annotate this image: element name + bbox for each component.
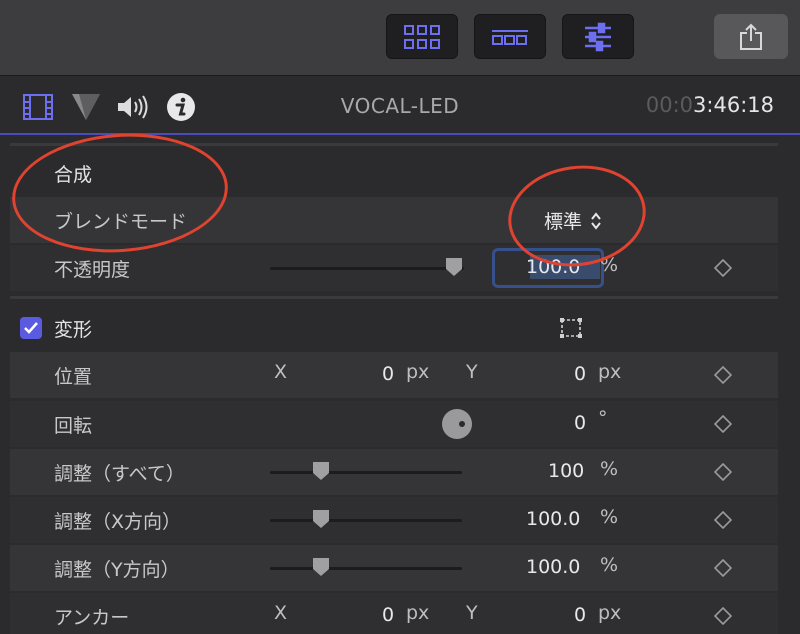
rotation-label: 回転: [54, 415, 93, 437]
position-x-axis: X: [274, 361, 288, 383]
transform-section-title: 変形: [54, 319, 93, 341]
anchor-x-unit: px: [406, 602, 430, 624]
keyframe-diamond-icon[interactable]: [714, 415, 732, 433]
position-y-value[interactable]: 0: [574, 363, 586, 385]
rotation-unit: °: [598, 407, 608, 429]
scale-y-row: 調整（Y方向） 100.0 %: [10, 545, 778, 591]
anchor-x-value[interactable]: 0: [382, 604, 394, 626]
browser-view-icon: [404, 24, 440, 49]
anchor-x-axis: X: [274, 602, 288, 624]
blend-mode-label: ブレンドモード: [54, 211, 188, 233]
blend-mode-select[interactable]: 標準: [544, 207, 602, 234]
timeline-view-icon: [492, 29, 528, 45]
opacity-row: 不透明度 100.0 %: [10, 245, 778, 291]
opacity-unit: %: [600, 254, 619, 276]
scale-x-label: 調整（X方向）: [54, 511, 182, 533]
scale-x-unit: %: [600, 506, 619, 528]
scale-all-row: 調整（すべて） 100 %: [10, 449, 778, 495]
composite-section-title: 合成: [54, 164, 93, 186]
scale-x-slider-thumb[interactable]: [312, 509, 330, 529]
top-toolbar: [0, 0, 800, 76]
opacity-slider-track[interactable]: [270, 267, 464, 270]
scale-y-label: 調整（Y方向）: [54, 559, 180, 581]
opacity-slider-thumb[interactable]: [445, 257, 463, 277]
scale-y-value[interactable]: 100.0: [526, 556, 580, 578]
keyframe-diamond-icon[interactable]: [714, 463, 732, 481]
opacity-label: 不透明度: [54, 259, 131, 281]
anchor-label: アンカー: [54, 607, 130, 629]
inspector-view-button[interactable]: [562, 14, 634, 59]
divider: [10, 296, 778, 299]
timeline-view-button[interactable]: [474, 14, 546, 59]
anchor-y-unit: px: [598, 602, 622, 624]
checkmark-icon: [24, 322, 38, 334]
position-label: 位置: [54, 366, 93, 388]
blend-mode-value: 標準: [544, 211, 583, 233]
timecode-value: 3:46:18: [693, 93, 774, 117]
scale-all-slider-track[interactable]: [270, 471, 462, 474]
rotation-value[interactable]: 0: [574, 412, 586, 434]
scale-x-value[interactable]: 100.0: [526, 508, 580, 530]
anchor-y-value[interactable]: 0: [574, 604, 586, 626]
scale-y-slider-track[interactable]: [270, 567, 462, 570]
keyframe-diamond-icon[interactable]: [714, 259, 732, 277]
position-x-value[interactable]: 0: [382, 363, 394, 385]
position-row: 位置 X 0 px Y 0 px: [10, 352, 778, 398]
rotation-row: 回転 0 °: [10, 401, 778, 447]
scale-x-slider-track[interactable]: [270, 519, 462, 522]
scale-all-unit: %: [600, 458, 619, 480]
rotation-knob[interactable]: [442, 409, 472, 439]
blend-mode-row: ブレンドモード 標準: [10, 197, 778, 243]
updown-chevron-icon: [591, 211, 601, 230]
keyframe-diamond-icon[interactable]: [714, 559, 732, 577]
browser-view-button[interactable]: [386, 14, 458, 59]
position-y-unit: px: [598, 361, 622, 383]
keyframe-diamond-icon[interactable]: [714, 607, 732, 625]
scale-all-value[interactable]: 100: [548, 460, 584, 482]
transform-enable-checkbox[interactable]: [20, 317, 42, 339]
scale-y-slider-thumb[interactable]: [312, 557, 330, 577]
scale-y-unit: %: [600, 554, 619, 576]
position-x-unit: px: [406, 361, 430, 383]
timecode: 00:03:46:18: [646, 93, 774, 117]
inspector-view-icon: [585, 22, 611, 51]
share-icon: [740, 23, 762, 50]
keyframe-diamond-icon[interactable]: [714, 511, 732, 529]
timecode-leading: 00:0: [645, 93, 694, 117]
anchor-y-axis: Y: [466, 602, 478, 624]
inspector-header: VOCAL-LED 00:03:46:18: [0, 77, 800, 135]
scale-x-row: 調整（X方向） 100.0 %: [10, 497, 778, 543]
scale-all-slider-thumb[interactable]: [312, 461, 330, 481]
divider: [10, 143, 778, 146]
keyframe-diamond-icon[interactable]: [714, 366, 732, 384]
transform-onscreen-controls-icon[interactable]: [559, 317, 583, 339]
position-y-axis: Y: [466, 361, 478, 383]
opacity-value[interactable]: 100.0: [526, 256, 580, 278]
scale-all-label: 調整（すべて）: [54, 463, 185, 485]
share-button[interactable]: [714, 14, 788, 59]
anchor-row: アンカー X 0 px Y 0 px: [10, 593, 778, 634]
